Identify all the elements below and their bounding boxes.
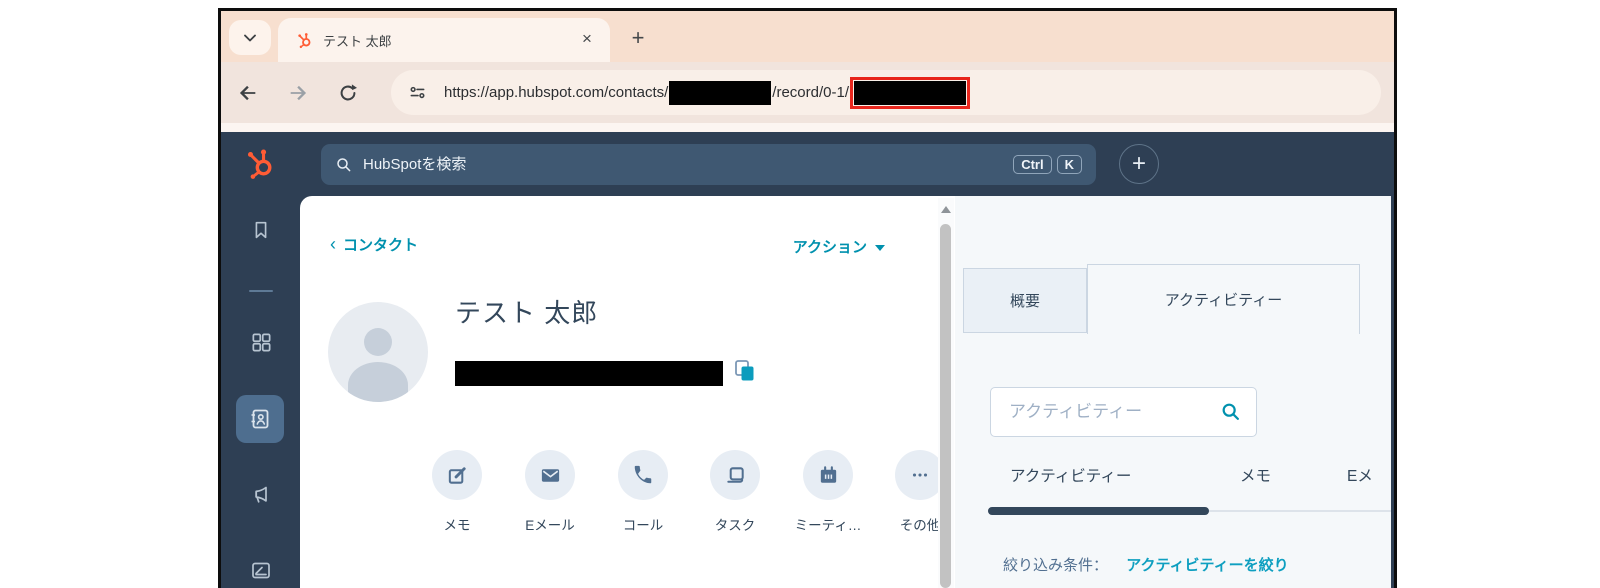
- subtab-active-underline: [988, 507, 1209, 515]
- copy-icon[interactable]: [733, 358, 757, 384]
- url-part1: https://app.hubspot.com/contacts/: [444, 84, 669, 101]
- browser-toolbar: https://app.hubspot.com/contacts/ /record…: [221, 62, 1394, 123]
- task-icon: [724, 464, 747, 487]
- kbd-ctrl: Ctrl: [1013, 155, 1052, 174]
- email-button[interactable]: [525, 450, 575, 500]
- url-redaction-portal-id: [669, 80, 772, 105]
- url-redaction-record-id-highlight: [850, 76, 970, 109]
- tab-activity[interactable]: アクティビティー: [1087, 264, 1360, 334]
- avatar: [328, 302, 428, 402]
- vertical-scrollbar[interactable]: [938, 198, 954, 588]
- hubspot-body: ‹ コンタクト アクション テスト 太郎 メモ Eメール コール タスク ミーテ…: [221, 196, 1394, 588]
- actions-dropdown[interactable]: アクション: [793, 236, 885, 257]
- sidebar-item-bookmarks[interactable]: [248, 217, 274, 243]
- megaphone-icon: [249, 483, 273, 507]
- meeting-button[interactable]: [803, 450, 853, 500]
- url-text: https://app.hubspot.com/contacts/ /record…: [444, 76, 970, 109]
- search-icon: [335, 156, 353, 174]
- ellipsis-icon: [909, 464, 931, 486]
- subtab-activity[interactable]: アクティビティー: [1010, 464, 1131, 486]
- tab-overview[interactable]: 概要: [963, 268, 1087, 333]
- task-button[interactable]: [710, 450, 760, 500]
- browser-tab-strip: テスト 太郎 × +: [221, 11, 1394, 62]
- activity-search-box[interactable]: [990, 387, 1257, 437]
- new-tab-button[interactable]: +: [623, 23, 653, 53]
- screenshot-canvas: テスト 太郎 × + https://app.hubspot.com/conta…: [0, 0, 1600, 588]
- content-icon: [249, 559, 273, 583]
- hubspot-favicon-icon: [296, 32, 313, 49]
- subtab-email[interactable]: Eメ: [1347, 464, 1373, 486]
- hubspot-logo-icon[interactable]: [243, 147, 277, 181]
- chevron-left-icon: ‹: [330, 234, 336, 254]
- chevron-down-icon: [240, 28, 260, 48]
- call-icon: [632, 464, 654, 486]
- apps-grid-icon: [250, 331, 273, 354]
- filter-activities-link[interactable]: アクティビティーを絞り: [1126, 557, 1288, 574]
- quick-action-label: ミーティ…: [794, 518, 862, 533]
- sidebar-item-crm-active[interactable]: [236, 395, 284, 443]
- tab-title: テスト 太郎: [323, 33, 392, 49]
- quick-action-task: タスク: [689, 450, 781, 534]
- tab-search-button[interactable]: [229, 20, 271, 55]
- back-button[interactable]: [233, 78, 263, 108]
- quick-action-call: コール: [597, 450, 689, 534]
- scroll-up-arrow-icon[interactable]: [941, 206, 951, 213]
- global-search-bar[interactable]: Ctrl K: [321, 144, 1096, 185]
- hubspot-top-nav: Ctrl K +: [221, 132, 1394, 196]
- url-part2: /record/0-1/: [772, 84, 849, 101]
- forward-button[interactable]: [283, 78, 313, 108]
- activity-search-input[interactable]: [1009, 402, 1220, 422]
- app-sidebar: [221, 196, 300, 588]
- tab-close-button[interactable]: ×: [576, 29, 598, 51]
- site-info-icon[interactable]: [407, 82, 428, 103]
- toolbar-bottom-strip: [221, 123, 1394, 132]
- create-new-button[interactable]: +: [1119, 144, 1159, 184]
- quick-action-label: コール: [622, 518, 664, 533]
- meeting-calendar-icon: [817, 464, 840, 487]
- quick-action-label: メモ: [443, 518, 471, 533]
- breadcrumb[interactable]: ‹ コンタクト: [330, 234, 418, 255]
- email-redaction: [455, 361, 723, 386]
- subtab-notes[interactable]: メモ: [1240, 464, 1271, 486]
- global-search-input[interactable]: [363, 156, 1009, 173]
- breadcrumb-label[interactable]: コンタクト: [343, 234, 418, 255]
- filter-label: 絞り込み条件：: [1003, 557, 1109, 574]
- search-icon[interactable]: [1220, 401, 1242, 423]
- note-button[interactable]: [432, 450, 482, 500]
- contacts-book-icon: [248, 407, 272, 431]
- call-button[interactable]: [618, 450, 668, 500]
- quick-action-label: Eメール: [525, 518, 575, 533]
- bookmark-icon: [250, 219, 272, 241]
- contact-name: テスト 太郎: [455, 298, 599, 328]
- reload-button[interactable]: [333, 78, 363, 108]
- kbd-k: K: [1056, 155, 1082, 174]
- sidebar-item-workspaces[interactable]: [248, 329, 274, 355]
- actions-label: アクション: [792, 239, 867, 256]
- sidebar-item-marketing[interactable]: [248, 482, 274, 508]
- scrollbar-thumb[interactable]: [940, 224, 951, 588]
- contact-record-card: ‹ コンタクト アクション テスト 太郎 メモ Eメール コール タスク ミーテ…: [300, 196, 955, 588]
- quick-action-meeting: ミーティ…: [782, 450, 874, 534]
- browser-tab[interactable]: テスト 太郎 ×: [278, 18, 610, 62]
- sidebar-divider: [249, 290, 273, 292]
- browser-window: テスト 太郎 × + https://app.hubspot.com/conta…: [218, 8, 1397, 588]
- avatar-head: [364, 328, 392, 356]
- quick-action-label: タスク: [714, 518, 756, 533]
- caret-down-icon: [875, 244, 885, 251]
- note-icon: [446, 464, 469, 487]
- address-bar[interactable]: https://app.hubspot.com/contacts/ /record…: [391, 70, 1381, 115]
- email-icon: [539, 464, 562, 487]
- activity-subtabs: アクティビティー メモ Eメ: [955, 464, 1391, 494]
- activity-panel: 概要 アクティビティー アクティビティー メモ Eメ: [955, 196, 1391, 588]
- filter-row: 絞り込み条件： アクティビティーを絞り: [1003, 554, 1289, 575]
- quick-action-email: Eメール: [504, 450, 596, 534]
- sidebar-item-content[interactable]: [248, 558, 274, 584]
- quick-action-note: メモ: [411, 450, 503, 534]
- avatar-body: [348, 362, 408, 402]
